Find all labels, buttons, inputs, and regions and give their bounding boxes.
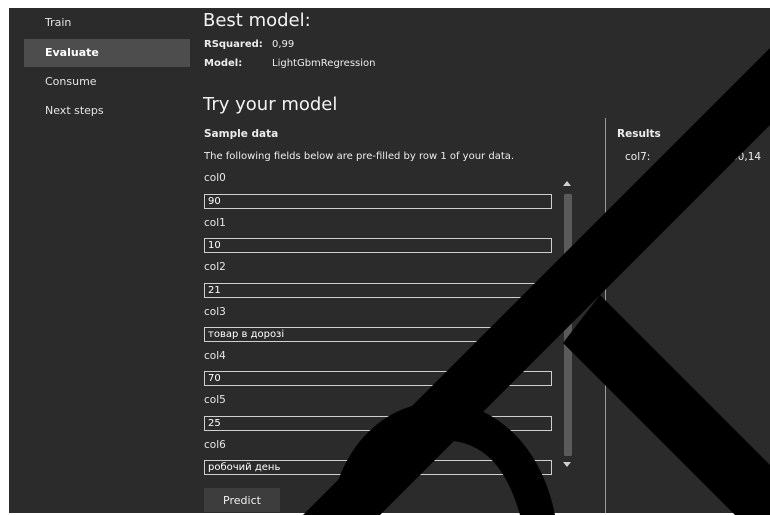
sample-data-description: The following fields below are pre-fille… <box>204 151 515 162</box>
field-label-col2: col2 <box>204 261 226 273</box>
result-value-col7: 60,14 <box>731 151 762 163</box>
fields-scrollbar[interactable] <box>559 177 576 473</box>
field-input-col6[interactable] <box>204 460 552 475</box>
model-value: LightGbmRegression <box>272 58 376 69</box>
best-model-title: Best model: <box>203 10 311 31</box>
field-label-col3: col3 <box>204 306 226 318</box>
sidebar-item-evaluate[interactable]: Evaluate <box>24 39 190 67</box>
field-input-col5[interactable] <box>204 416 552 431</box>
field-label-col5: col5 <box>204 394 226 406</box>
metric-value: 0,99 <box>272 39 295 50</box>
predict-button[interactable]: Predict <box>204 488 280 512</box>
sample-data-heading: Sample data <box>204 128 279 140</box>
sidebar-item-consume[interactable]: Consume <box>24 68 190 96</box>
results-divider <box>605 118 606 513</box>
field-input-col2[interactable] <box>204 283 552 298</box>
field-label-col4: col4 <box>204 350 226 362</box>
field-input-col1[interactable] <box>204 238 552 253</box>
scroll-up-arrow-icon[interactable] <box>563 181 571 186</box>
field-input-col0[interactable] <box>204 194 552 209</box>
field-label-col6: col6 <box>204 439 226 451</box>
field-label-col1: col1 <box>204 217 226 229</box>
model-label: Model: <box>204 58 243 69</box>
metric-label: RSquared: <box>204 39 263 50</box>
sidebar: Train Evaluate Consume Next steps <box>9 8 190 513</box>
results-heading: Results <box>617 128 661 140</box>
main-panel: Best model: RSquared: 0,99 Model: LightG… <box>202 8 770 513</box>
result-label-col7: col7: <box>625 151 651 163</box>
sidebar-item-train[interactable]: Train <box>24 9 190 37</box>
sidebar-item-next-steps[interactable]: Next steps <box>24 97 190 125</box>
field-input-col4[interactable] <box>204 371 552 386</box>
scroll-thumb[interactable] <box>564 194 572 456</box>
try-model-title: Try your model <box>203 94 338 115</box>
field-input-col3[interactable] <box>204 327 552 342</box>
field-label-col0: col0 <box>204 172 226 184</box>
scroll-down-arrow-icon[interactable] <box>563 462 571 467</box>
app-window: Train Evaluate Consume Next steps Best m… <box>9 8 770 513</box>
